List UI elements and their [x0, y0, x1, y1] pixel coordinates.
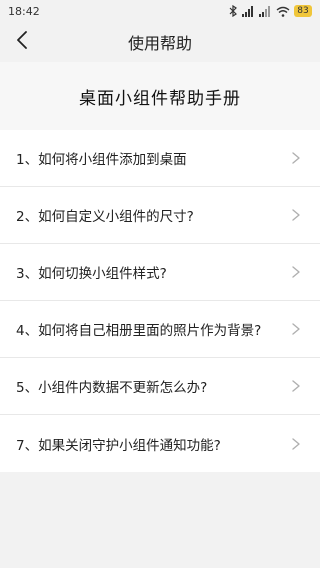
- chevron-right-icon: [290, 323, 302, 335]
- chevron-left-icon: [16, 31, 28, 53]
- list-item-label: 5、小组件内数据不更新怎么办?: [16, 380, 208, 396]
- status-bar: 18:42 83: [0, 0, 320, 22]
- chevron-right-icon: [290, 266, 302, 278]
- list-item-label: 3、如何切换小组件样式?: [16, 266, 167, 282]
- list-item[interactable]: 1、如何将小组件添加到桌面: [0, 130, 320, 187]
- wifi-icon: [276, 6, 290, 17]
- status-icons: 83: [229, 5, 312, 17]
- manual-title: 桌面小组件帮助手册: [79, 88, 241, 109]
- list-item-label: 7、如果关闭守护小组件通知功能?: [16, 437, 221, 454]
- signal-icon: [259, 5, 272, 17]
- chevron-right-icon: [290, 209, 302, 221]
- list-item-label: 1、如何将小组件添加到桌面: [16, 152, 187, 168]
- list-item[interactable]: 4、如何将自己相册里面的照片作为背景?: [0, 301, 320, 358]
- chevron-right-icon: [290, 152, 302, 164]
- list-item[interactable]: 3、如何切换小组件样式?: [0, 244, 320, 301]
- back-button[interactable]: [8, 28, 36, 56]
- list-item[interactable]: 2、如何自定义小组件的尺寸?: [0, 187, 320, 244]
- list-item-label: 2、如何自定义小组件的尺寸?: [16, 209, 194, 225]
- page-title: 使用帮助: [127, 34, 192, 53]
- list-item[interactable]: 7、如果关闭守护小组件通知功能?: [0, 415, 320, 472]
- help-list: 1、如何将小组件添加到桌面 2、如何自定义小组件的尺寸? 3、如何切换小组件样式…: [0, 130, 320, 472]
- list-item-label: 4、如何将自己相册里面的照片作为背景?: [16, 323, 262, 339]
- chevron-right-icon: [290, 380, 302, 392]
- manual-header: 桌面小组件帮助手册: [0, 62, 320, 130]
- status-time: 18:42: [8, 4, 40, 18]
- battery-icon: 83: [294, 5, 312, 17]
- title-bar: 使用帮助: [0, 22, 320, 62]
- bluetooth-icon: [229, 5, 238, 17]
- list-item[interactable]: 5、小组件内数据不更新怎么办?: [0, 358, 320, 415]
- chevron-right-icon: [290, 437, 302, 450]
- signal-icon: [242, 5, 255, 17]
